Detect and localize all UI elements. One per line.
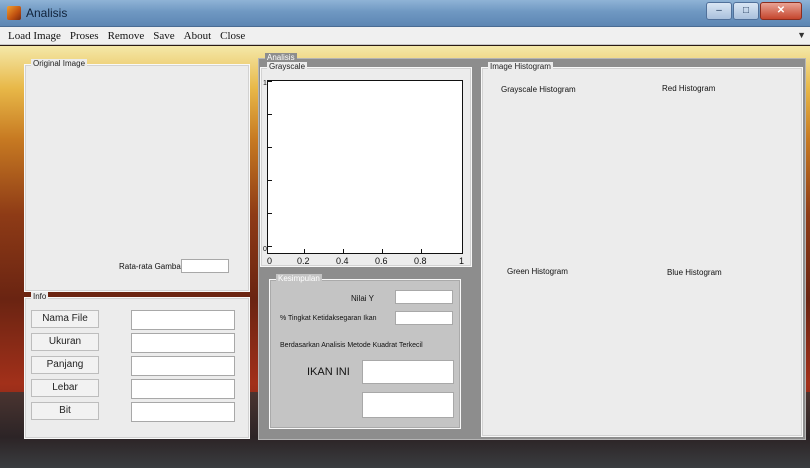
- matlab-app-icon: [7, 6, 21, 20]
- avg-label: Rata-rata Gambar: [119, 262, 184, 271]
- grayscale-histogram-title: Grayscale Histogram: [501, 85, 576, 94]
- title-bar: Analisis – □ ✕: [0, 0, 810, 27]
- minimize-button[interactable]: –: [706, 2, 732, 20]
- xtick-label-0.4: 0.4: [336, 256, 349, 266]
- ytick: [268, 114, 272, 115]
- xtick: [421, 249, 422, 253]
- menu-remove[interactable]: Remove: [108, 30, 145, 42]
- original-image-legend: Original Image: [31, 59, 88, 69]
- bit-field[interactable]: [131, 402, 235, 422]
- image-histogram-legend: Image Histogram: [488, 62, 553, 72]
- ytick-label-bottom: 0: [263, 246, 267, 253]
- xtick-label-0.6: 0.6: [375, 256, 388, 266]
- avg-value-field[interactable]: [181, 259, 229, 273]
- maximize-button[interactable]: □: [733, 2, 759, 20]
- xtick-label-1: 1: [459, 256, 465, 266]
- red-histogram-title: Red Histogram: [662, 84, 716, 93]
- ikan-result-field-2[interactable]: [362, 392, 454, 418]
- xtick: [304, 249, 305, 253]
- xtick: [382, 249, 383, 253]
- grayscale-legend: Grayscale: [267, 62, 308, 72]
- label-lebar: Lebar: [31, 379, 99, 397]
- grayscale-panel: Grayscale 1 0 0 0.2 0.4 0.6 0.8 1: [260, 62, 472, 267]
- label-bit: Bit: [31, 402, 99, 420]
- label-nama-file: Nama File: [31, 310, 99, 328]
- berdasarkan-text: Berdasarkan Analisis Metode Kuadrat Terk…: [280, 342, 423, 349]
- ikan-result-field-1[interactable]: [362, 360, 454, 384]
- menu-bar: Load Image Proses Remove Save About Clos…: [0, 27, 810, 45]
- window-controls: – □ ✕: [706, 2, 802, 20]
- window-title: Analisis: [26, 6, 68, 20]
- nilai-y-field[interactable]: [395, 290, 453, 304]
- label-panjang: Panjang: [31, 356, 99, 374]
- menu-about[interactable]: About: [184, 30, 212, 42]
- ytick-label-top: 1: [263, 80, 267, 87]
- ytick: [268, 147, 272, 148]
- tingkat-label: % Tingkat Ketidaksegaran Ikan: [280, 315, 377, 322]
- menu-close[interactable]: Close: [220, 30, 245, 42]
- xtick-label-0.8: 0.8: [414, 256, 427, 266]
- ytick: [268, 81, 272, 82]
- tingkat-field[interactable]: [395, 311, 453, 325]
- grayscale-axes: [267, 80, 463, 254]
- kesimpulan-legend: Kesimpulan: [276, 274, 322, 284]
- label-ukuran: Ukuran: [31, 333, 99, 351]
- nilai-y-label: Nilai Y: [351, 294, 374, 303]
- ytick: [268, 213, 272, 214]
- nama-file-field[interactable]: [131, 310, 235, 330]
- original-image-panel: Original Image Rata-rata Gambar: [24, 59, 250, 292]
- image-histogram-panel: Image Histogram Grayscale Histogram Red …: [481, 62, 803, 437]
- ikan-ini-label: IKAN INI: [307, 366, 350, 378]
- ytick: [268, 246, 272, 247]
- menu-proses[interactable]: Proses: [70, 30, 99, 42]
- blue-histogram-title: Blue Histogram: [667, 268, 722, 277]
- green-histogram-title: Green Histogram: [507, 267, 568, 276]
- toolbar-arrow-icon[interactable]: ▼: [797, 30, 806, 40]
- menu-save[interactable]: Save: [153, 30, 174, 42]
- info-panel: Info Nama File Ukuran Panjang Lebar Bit: [24, 292, 250, 439]
- xtick: [343, 249, 344, 253]
- xtick-label-0: 0: [267, 256, 273, 266]
- analisis-panel: Analisis Grayscale 1 0 0 0.2 0.4 0.6 0.8…: [258, 53, 806, 440]
- panjang-field[interactable]: [131, 356, 235, 376]
- info-legend: Info: [31, 292, 49, 302]
- menu-load-image[interactable]: Load Image: [8, 30, 61, 42]
- ukuran-field[interactable]: [131, 333, 235, 353]
- close-window-button[interactable]: ✕: [760, 2, 802, 20]
- xtick-label-0.2: 0.2: [297, 256, 310, 266]
- kesimpulan-panel: Kesimpulan Nilai Y % Tingkat Ketidaksega…: [269, 274, 461, 429]
- lebar-field[interactable]: [131, 379, 235, 399]
- ytick: [268, 180, 272, 181]
